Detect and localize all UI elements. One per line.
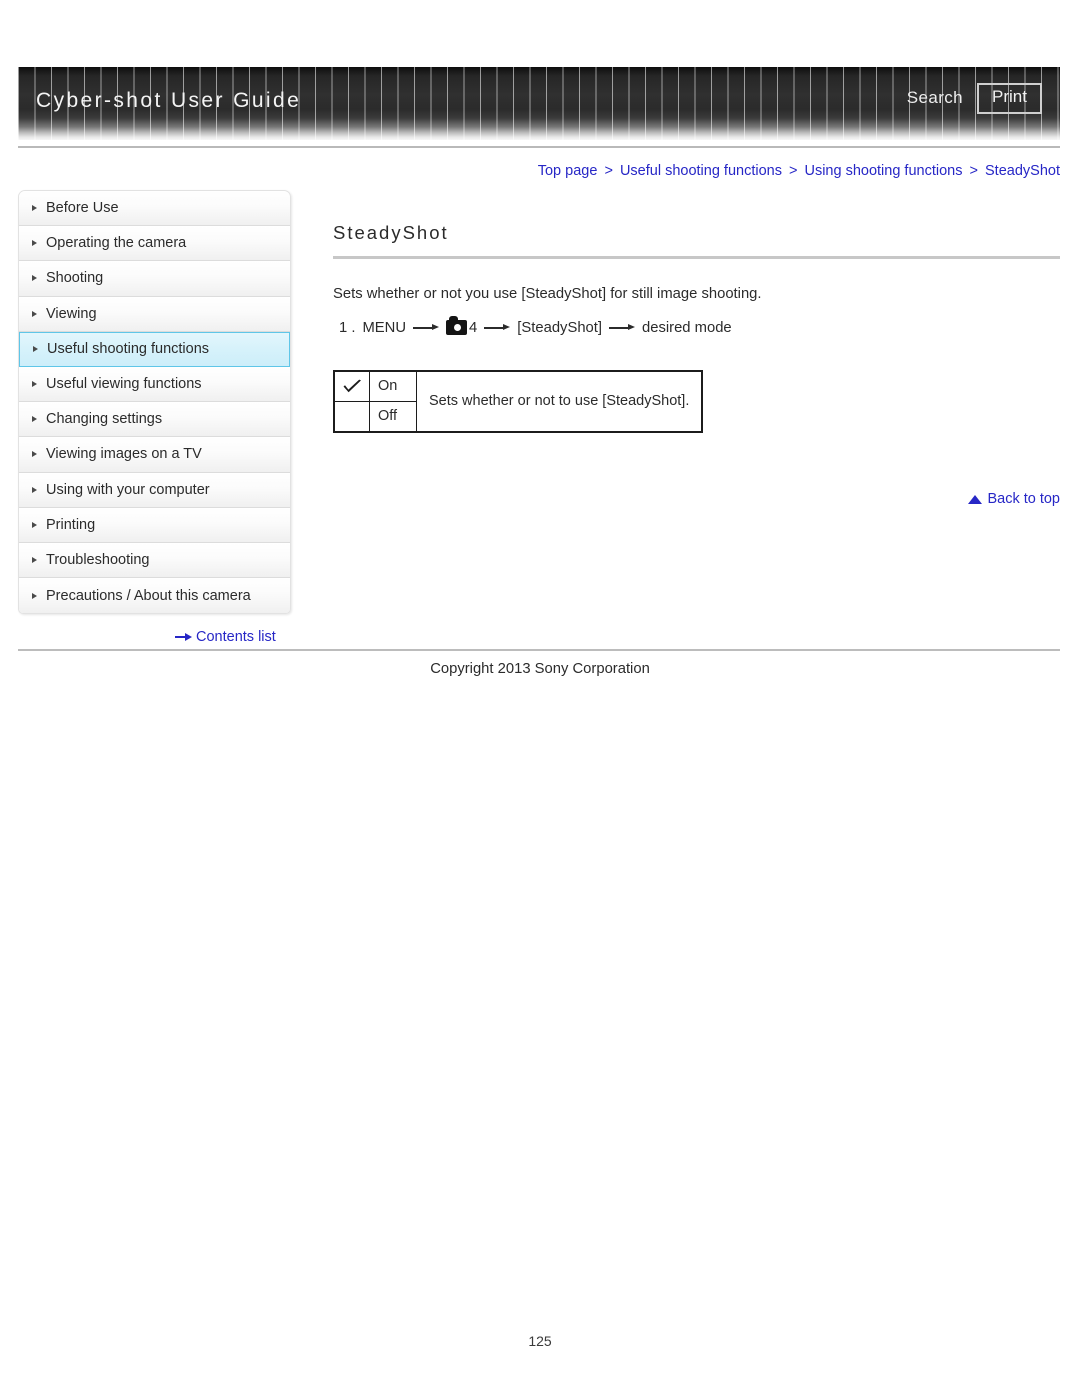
breadcrumb-separator: > [788, 163, 798, 179]
back-to-top-label: Back to top [987, 491, 1060, 507]
sidebar-item-useful-viewing-functions[interactable]: Useful viewing functions [19, 366, 290, 403]
sidebar-item-printing[interactable]: Printing [19, 507, 290, 543]
breadcrumb-item-using-shooting-functions[interactable]: Using shooting functions [804, 163, 962, 179]
site-header: Cyber-shot User Guide Search Print [18, 67, 1060, 140]
sidebar-item-viewing[interactable]: Viewing [19, 296, 290, 332]
option-unchecked-cell [333, 400, 370, 433]
sidebar-item-changing-settings[interactable]: Changing settings [19, 402, 290, 438]
bullet-arrow-icon [32, 556, 37, 563]
back-to-top-link[interactable]: Back to top [968, 491, 1060, 507]
breadcrumb-item-top-page[interactable]: Top page [538, 163, 598, 179]
sidebar-item-label: Changing settings [46, 411, 163, 428]
arrow-right-icon [484, 323, 511, 333]
bullet-arrow-icon [32, 451, 37, 458]
sidebar-item-label: Precautions / About this camera [46, 587, 251, 604]
sidebar-item-troubleshooting[interactable]: Troubleshooting [19, 542, 290, 579]
contents-list-label: Contents list [196, 629, 276, 645]
sidebar-item-operating-the-camera[interactable]: Operating the camera [19, 226, 290, 262]
breadcrumb-item-steadyshot[interactable]: SteadyShot [985, 163, 1060, 179]
result-label: desired mode [642, 319, 732, 336]
sidebar-navigation: Before Use Operating the camera Shooting… [18, 190, 291, 615]
sidebar-item-shooting[interactable]: Shooting [19, 261, 290, 297]
site-title: Cyber-shot User Guide [36, 89, 302, 112]
bullet-arrow-icon [32, 240, 37, 247]
sidebar-item-label: Printing [46, 516, 96, 533]
sidebar-item-label: Viewing [46, 305, 97, 322]
step-number: 1 . [339, 319, 356, 336]
breadcrumb-item-useful-shooting-functions[interactable]: Useful shooting functions [620, 163, 782, 179]
breadcrumb-separator: > [604, 163, 613, 179]
bullet-arrow-icon [32, 381, 37, 388]
menu-label: MENU [362, 319, 407, 336]
arrow-right-icon [609, 323, 635, 333]
header-divider [18, 146, 1060, 148]
bullet-arrow-icon [32, 205, 37, 212]
option-description: Sets whether or not to use [SteadyShot]. [416, 370, 703, 433]
breadcrumb: Top page > Useful shooting functions > U… [538, 163, 1060, 179]
camera-icon [446, 316, 468, 336]
arrow-right-icon [175, 632, 192, 642]
main-content: SteadyShot Sets whether or not you use [… [333, 222, 1060, 433]
bullet-arrow-icon [32, 521, 37, 528]
arrow-right-icon [413, 323, 440, 333]
setting-label: [SteadyShot] [517, 319, 602, 336]
print-button[interactable]: Print [977, 83, 1042, 114]
copyright-text: Copyright 2013 Sony Corporation [430, 661, 650, 677]
bullet-arrow-icon [32, 592, 37, 599]
sidebar-item-label: Useful shooting functions [47, 341, 210, 358]
bullet-arrow-icon [33, 346, 38, 353]
page-number: 125 [528, 1333, 552, 1349]
bullet-arrow-icon [32, 416, 37, 423]
contents-list-link[interactable]: Contents list [175, 629, 276, 645]
page-title: SteadyShot [333, 222, 449, 243]
sidebar-item-useful-shooting-functions[interactable]: Useful shooting functions [19, 331, 290, 367]
step-instruction: 1 . MENU 4 [SteadyShot] desired mode [333, 316, 1060, 336]
option-checked-cell [333, 370, 370, 402]
header-actions: Search Print [907, 83, 1042, 114]
sidebar-item-label: Operating the camera [46, 235, 187, 252]
sidebar-item-label: Useful viewing functions [46, 376, 202, 393]
option-label-off: Off [369, 400, 417, 433]
title-divider [333, 256, 1060, 259]
sidebar-item-label: Troubleshooting [46, 551, 150, 568]
sidebar-item-label: Using with your computer [46, 481, 210, 498]
option-label-on: On [369, 370, 417, 402]
sidebar-item-viewing-images-on-a-tv[interactable]: Viewing images on a TV [19, 437, 290, 473]
bullet-arrow-icon [32, 310, 37, 317]
option-table: On Sets whether or not to use [SteadySho… [333, 369, 704, 433]
bullet-arrow-icon [32, 275, 37, 282]
check-icon [342, 379, 363, 395]
triangle-up-icon [968, 494, 983, 504]
table-row: On Sets whether or not to use [SteadySho… [333, 370, 703, 433]
sidebar-item-precautions-about-this-camera[interactable]: Precautions / About this camera [19, 578, 290, 614]
sidebar-item-label: Before Use [46, 200, 119, 217]
sidebar-item-label: Viewing images on a TV [46, 446, 202, 463]
intro-paragraph: Sets whether or not you use [SteadyShot]… [333, 286, 762, 302]
sidebar-item-label: Shooting [46, 270, 104, 287]
sidebar-item-using-with-your-computer[interactable]: Using with your computer [19, 472, 290, 508]
sidebar-item-before-use[interactable]: Before Use [19, 191, 290, 227]
tab-number: 4 [469, 319, 478, 336]
bullet-arrow-icon [32, 486, 37, 493]
breadcrumb-separator: > [969, 163, 978, 179]
search-link[interactable]: Search [907, 88, 963, 108]
